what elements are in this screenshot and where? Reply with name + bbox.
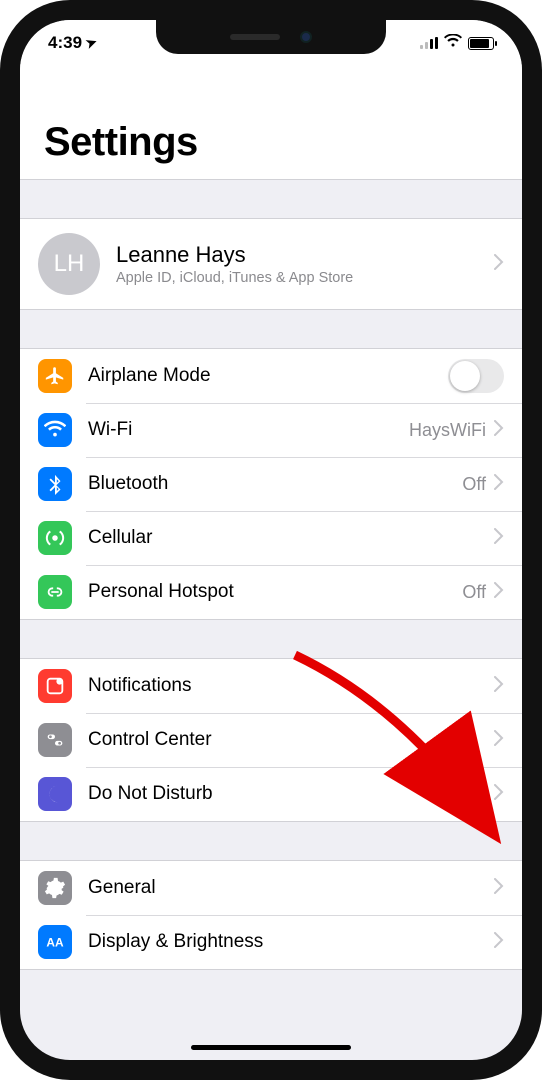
notifications-row[interactable]: Notifications bbox=[20, 659, 522, 713]
display-icon: AA bbox=[38, 925, 72, 959]
chevron-right-icon bbox=[494, 254, 504, 275]
chevron-right-icon bbox=[494, 878, 504, 899]
dnd-label: Do Not Disturb bbox=[88, 783, 494, 805]
notifications-icon bbox=[38, 669, 72, 703]
airplane-toggle[interactable] bbox=[448, 359, 504, 393]
gear-icon bbox=[38, 871, 72, 905]
status-time: 4:39 bbox=[48, 33, 82, 53]
device-frame: 4:39 ➤ Settings LH bbox=[0, 0, 542, 1080]
svg-text:AA: AA bbox=[46, 936, 64, 950]
wifi-label: Wi-Fi bbox=[88, 419, 409, 441]
general-label: General bbox=[88, 877, 494, 899]
bluetooth-value: Off bbox=[462, 474, 486, 495]
airplane-icon bbox=[38, 359, 72, 393]
wifi-value: HaysWiFi bbox=[409, 420, 486, 441]
cellular-label: Cellular bbox=[88, 527, 494, 549]
cell-signal-icon bbox=[420, 37, 438, 49]
screen: 4:39 ➤ Settings LH bbox=[20, 20, 522, 1060]
wifi-icon bbox=[444, 33, 462, 53]
page-title: Settings bbox=[44, 120, 498, 165]
cellular-icon bbox=[38, 521, 72, 555]
hotspot-label: Personal Hotspot bbox=[88, 581, 462, 603]
profile-group: LH Leanne Hays Apple ID, iCloud, iTunes … bbox=[20, 218, 522, 310]
airplane-label: Airplane Mode bbox=[88, 365, 448, 387]
general-group: General AA Display & Brightness bbox=[20, 860, 522, 970]
wifi-icon bbox=[38, 413, 72, 447]
do-not-disturb-row[interactable]: Do Not Disturb bbox=[20, 767, 522, 821]
location-icon: ➤ bbox=[84, 34, 100, 53]
display-label: Display & Brightness bbox=[88, 931, 494, 953]
control-center-icon bbox=[38, 723, 72, 757]
home-indicator[interactable] bbox=[191, 1045, 351, 1050]
chevron-right-icon bbox=[494, 528, 504, 549]
hotspot-icon bbox=[38, 575, 72, 609]
apple-id-row[interactable]: LH Leanne Hays Apple ID, iCloud, iTunes … bbox=[20, 219, 522, 309]
settings-scroll[interactable]: Settings LH Leanne Hays Apple ID, iCloud… bbox=[20, 20, 522, 1060]
chevron-right-icon bbox=[494, 932, 504, 953]
chevron-right-icon bbox=[494, 784, 504, 805]
personal-hotspot-row[interactable]: Personal Hotspot Off bbox=[20, 565, 522, 619]
moon-icon bbox=[38, 777, 72, 811]
notch bbox=[156, 20, 386, 54]
chevron-right-icon bbox=[494, 420, 504, 441]
hotspot-value: Off bbox=[462, 582, 486, 603]
chevron-right-icon bbox=[494, 582, 504, 603]
chevron-right-icon bbox=[494, 474, 504, 495]
profile-name: Leanne Hays bbox=[116, 242, 494, 268]
bluetooth-row[interactable]: Bluetooth Off bbox=[20, 457, 522, 511]
display-brightness-row[interactable]: AA Display & Brightness bbox=[20, 915, 522, 969]
alerts-group: Notifications Control Center Do Not Dist… bbox=[20, 658, 522, 822]
notifications-label: Notifications bbox=[88, 675, 494, 697]
control-center-row[interactable]: Control Center bbox=[20, 713, 522, 767]
avatar-icon: LH bbox=[38, 233, 100, 295]
chevron-right-icon bbox=[494, 730, 504, 751]
cellular-row[interactable]: Cellular bbox=[20, 511, 522, 565]
connectivity-group: Airplane Mode Wi-Fi HaysWiFi Bluetooth bbox=[20, 348, 522, 620]
general-row[interactable]: General bbox=[20, 861, 522, 915]
control-center-label: Control Center bbox=[88, 729, 494, 751]
wifi-row[interactable]: Wi-Fi HaysWiFi bbox=[20, 403, 522, 457]
bluetooth-icon bbox=[38, 467, 72, 501]
airplane-mode-row[interactable]: Airplane Mode bbox=[20, 349, 522, 403]
chevron-right-icon bbox=[494, 676, 504, 697]
battery-icon bbox=[468, 37, 494, 50]
profile-subtitle: Apple ID, iCloud, iTunes & App Store bbox=[116, 270, 494, 286]
bluetooth-label: Bluetooth bbox=[88, 473, 462, 495]
